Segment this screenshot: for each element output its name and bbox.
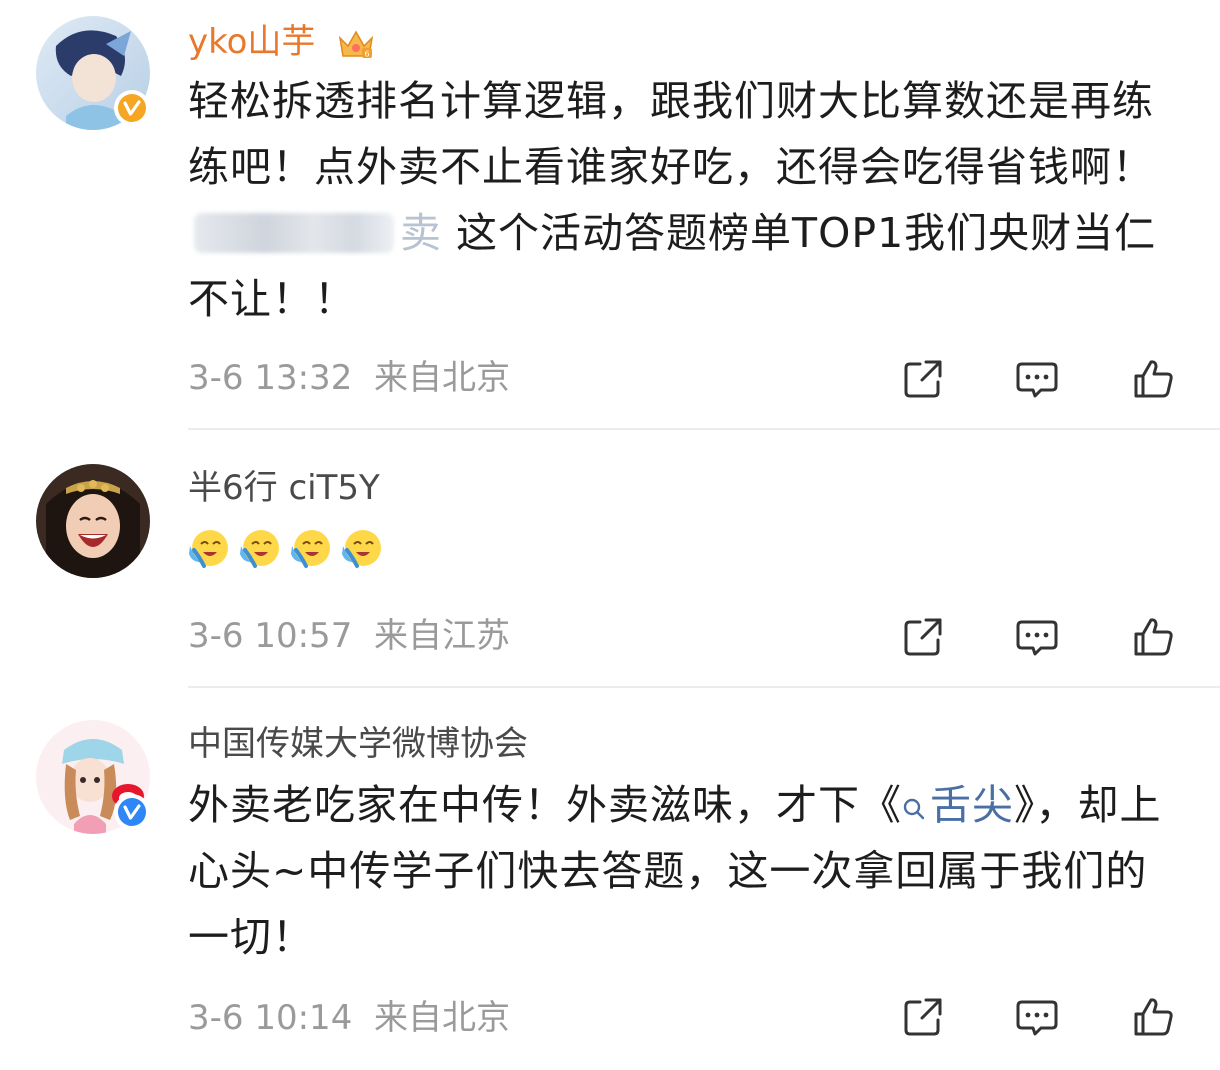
thumbs-up-icon	[1134, 618, 1173, 656]
comment-meta: 3-6 13:32 来自北京	[188, 358, 510, 398]
crying-laughing-emoji	[342, 530, 382, 568]
action-bar	[900, 614, 1180, 660]
avatar[interactable]	[36, 16, 150, 130]
timestamp: 3-6 10:14	[188, 998, 353, 1038]
username-text[interactable]: yko山芋	[188, 22, 315, 62]
emoji-row	[186, 526, 385, 572]
verified-v-icon	[118, 94, 146, 122]
crown-icon: 6	[339, 29, 374, 58]
search-icon	[903, 798, 925, 820]
topic-link[interactable]: 舌尖	[902, 781, 1014, 829]
share-button[interactable]	[900, 614, 946, 660]
crying-laughing-emoji	[291, 530, 331, 568]
avatar[interactable]	[36, 464, 150, 578]
share-icon	[904, 360, 942, 398]
username[interactable]: yko山芋 6	[188, 22, 376, 62]
like-button[interactable]	[1130, 994, 1176, 1040]
divider	[188, 428, 1220, 430]
blurred-topic	[194, 213, 394, 253]
timestamp: 3-6 13:32	[188, 358, 353, 398]
username[interactable]: 半6行 ciT5Y	[188, 468, 380, 508]
comment-meta: 3-6 10:57 来自江苏	[188, 616, 510, 656]
comment-text: 外卖老吃家在中传！外卖滋味，才下《 舌尖》，却上心头~中传学子们快去答题，这一次拿…	[188, 781, 1162, 961]
like-button[interactable]	[1130, 356, 1176, 402]
svg-text:6: 6	[365, 49, 370, 58]
like-button[interactable]	[1130, 614, 1176, 660]
comment-icon	[1016, 620, 1058, 656]
action-bar	[900, 994, 1180, 1040]
username-text[interactable]: 半6行 ciT5Y	[188, 468, 380, 508]
avatar-image	[36, 464, 150, 578]
location: 来自江苏	[373, 616, 510, 656]
verified-badge	[114, 794, 150, 830]
comment-button[interactable]	[1014, 614, 1060, 660]
comment-meta: 3-6 10:14 来自北京	[188, 998, 510, 1038]
location: 来自北京	[373, 998, 510, 1038]
share-button[interactable]	[900, 994, 946, 1040]
comment-button[interactable]	[1014, 356, 1060, 402]
comment-icon	[1016, 362, 1058, 398]
verified-v-icon	[118, 798, 146, 826]
comment-button[interactable]	[1014, 994, 1060, 1040]
thumbs-up-icon	[1134, 998, 1173, 1036]
location: 来自北京	[373, 358, 510, 398]
share-icon	[904, 618, 942, 656]
divider	[188, 686, 1220, 688]
share-button[interactable]	[900, 356, 946, 402]
comment-icon	[1016, 1000, 1058, 1036]
avatar[interactable]	[36, 720, 150, 834]
thumbs-up-icon	[1134, 360, 1173, 398]
comment-text: 轻松拆透排名计算逻辑，跟我们财大比算数还是再练练吧！点外卖不止看谁家好吃，还得会…	[188, 77, 1157, 323]
timestamp: 3-6 10:57	[188, 616, 353, 656]
verified-badge	[114, 90, 150, 126]
action-bar	[900, 356, 1180, 402]
username[interactable]: 中国传媒大学微博协会	[188, 724, 528, 764]
crying-laughing-emoji	[189, 530, 228, 568]
crying-laughing-emoji	[240, 530, 280, 568]
share-icon	[904, 998, 942, 1036]
username-text[interactable]: 中国传媒大学微博协会	[188, 724, 528, 764]
blurred-tail: 卖	[400, 209, 442, 257]
